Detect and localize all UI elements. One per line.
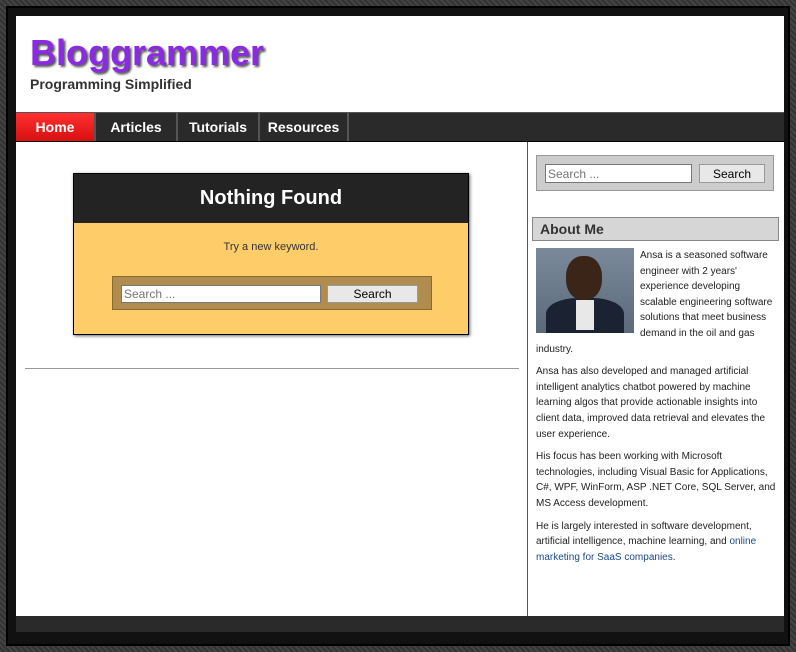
content-search-input[interactable] (121, 285, 321, 303)
content-search-form: Search (112, 276, 432, 310)
avatar (536, 248, 634, 333)
site-tagline: Programming Simplified (30, 76, 192, 92)
sidebar-search-input[interactable] (545, 164, 692, 183)
about-me-heading: About Me (532, 217, 779, 241)
nothing-found-box: Nothing Found Try a new keyword. Search (73, 173, 469, 335)
sidebar-search-form: Search (536, 155, 774, 191)
nav-item-articles[interactable]: Articles (96, 113, 178, 141)
nav-item-home[interactable]: Home (16, 113, 96, 141)
site-header: Bloggrammer Programming Simplified (16, 16, 784, 112)
nav-item-tutorials[interactable]: Tutorials (178, 113, 260, 141)
nothing-found-text: Try a new keyword. (223, 241, 319, 253)
content-divider (25, 368, 519, 369)
nav-item-resources[interactable]: Resources (260, 113, 349, 141)
about-me-body: Ansa is a seasoned software engineer wit… (536, 248, 776, 572)
about-paragraph-3: His focus has been working with Microsof… (536, 451, 776, 509)
about-paragraph-4-text: He is largely interested in software dev… (536, 520, 752, 548)
page: Bloggrammer Programming Simplified Home … (16, 16, 784, 632)
sidebar: Search About Me Ansa is a seasoned softw… (527, 142, 784, 616)
site-footer (16, 616, 784, 632)
avatar-head (566, 256, 602, 300)
page-frame: Bloggrammer Programming Simplified Home … (6, 6, 790, 646)
about-paragraph-4: He is largely interested in software dev… (536, 519, 776, 566)
main-content: Nothing Found Try a new keyword. Search (16, 142, 527, 616)
site-title[interactable]: Bloggrammer (30, 32, 264, 74)
nothing-found-title: Nothing Found (74, 174, 468, 223)
about-paragraph-4-end: . (672, 551, 676, 563)
sidebar-search-button[interactable]: Search (699, 164, 765, 183)
about-paragraph-2: Ansa has also developed and managed arti… (536, 366, 766, 440)
content-search-button[interactable]: Search (327, 285, 418, 303)
main-nav: Home Articles Tutorials Resources (16, 112, 784, 142)
avatar-collar (576, 300, 594, 330)
